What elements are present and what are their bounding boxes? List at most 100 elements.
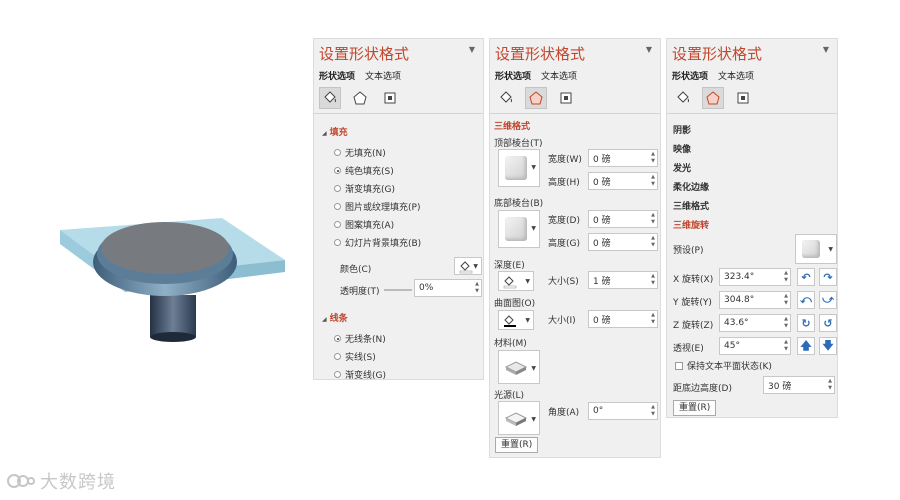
- reset-button[interactable]: 重置(R): [673, 400, 717, 416]
- rotate-counterclockwise-icon[interactable]: ↺: [819, 314, 837, 332]
- chevron-down-icon: ▼: [531, 365, 536, 372]
- x-rotation-input[interactable]: 323.4° ▲ ▼: [719, 268, 791, 286]
- spinner-arrows-icon[interactable]: ▲ ▼: [651, 174, 655, 188]
- panel-menu-icon[interactable]: ▼: [469, 45, 475, 54]
- transparency-value: 0%: [419, 283, 434, 293]
- radio-gradient-line[interactable]: 渐变线(G): [334, 368, 386, 381]
- radio-label: 渐变填充(G): [345, 185, 395, 195]
- chevron-down-icon: ▼: [473, 263, 478, 270]
- depth-color-picker[interactable]: ▼: [498, 271, 534, 291]
- spinner-arrows-icon[interactable]: ▲ ▼: [651, 151, 655, 165]
- radio-label: 渐变线(G): [345, 371, 386, 381]
- fill-line-icon[interactable]: [495, 87, 517, 109]
- spinner-arrows-icon[interactable]: ▲ ▼: [651, 404, 655, 418]
- line-section-header[interactable]: ◢ 线条: [322, 311, 348, 324]
- transparency-slider[interactable]: [384, 289, 412, 291]
- radio-picture-fill[interactable]: 图片或纹理填充(P): [334, 200, 420, 213]
- radio-background-fill[interactable]: 幻灯片背景填充(B): [334, 236, 421, 249]
- rotation-preset-picker[interactable]: ▼: [795, 234, 837, 264]
- top-bevel-picker[interactable]: ▼: [498, 149, 540, 187]
- tab-shape-options[interactable]: 形状选项: [672, 69, 708, 82]
- lighting-angle-input[interactable]: 0° ▲ ▼: [588, 402, 658, 420]
- perspective-input[interactable]: 45° ▲ ▼: [719, 337, 791, 355]
- spinner-arrows-icon[interactable]: ▲ ▼: [475, 281, 479, 295]
- z-rotation-input[interactable]: 43.6° ▲ ▼: [719, 314, 791, 332]
- tab-text-options[interactable]: 文本选项: [365, 69, 401, 82]
- increase-perspective-icon[interactable]: 🡅: [797, 337, 815, 355]
- keep-text-flat-checkbox[interactable]: 保持文本平面状态(K): [675, 359, 772, 372]
- radio-no-fill[interactable]: 无填充(N): [334, 146, 386, 159]
- panel-menu-icon[interactable]: ▼: [823, 45, 829, 54]
- tab-text-options[interactable]: 文本选项: [718, 69, 754, 82]
- rotate-right-icon[interactable]: ↷: [819, 268, 837, 286]
- spinner-arrows-icon[interactable]: ▲ ▼: [784, 270, 788, 284]
- fill-line-icon[interactable]: [672, 87, 694, 109]
- fill-line-icon[interactable]: [319, 87, 341, 109]
- rotate-left-icon[interactable]: ↶: [797, 268, 815, 286]
- fill-section-header[interactable]: ◢ 填充: [322, 125, 348, 138]
- contour-color-picker[interactable]: ▼: [498, 310, 534, 330]
- spinner-arrows-icon[interactable]: ▲ ▼: [784, 293, 788, 307]
- section-glow[interactable]: 发光: [673, 161, 691, 174]
- radio-label: 图案填充(A): [345, 221, 395, 231]
- section-3d-format[interactable]: 三维格式: [494, 119, 530, 132]
- chevron-down-icon: ▼: [525, 317, 530, 324]
- tab-shape-options[interactable]: 形状选项: [495, 69, 531, 82]
- transparency-label: 透明度(T): [340, 287, 380, 297]
- chevron-down-icon: ▼: [531, 164, 536, 171]
- bottom-width-input[interactable]: 0 磅 ▲ ▼: [588, 210, 658, 228]
- depth-size-input[interactable]: 1 磅 ▲ ▼: [588, 271, 658, 289]
- line-header-label: 线条: [329, 314, 348, 324]
- size-properties-icon[interactable]: [555, 87, 577, 109]
- spinner-arrows-icon[interactable]: ▲ ▼: [784, 339, 788, 353]
- panel-menu-icon[interactable]: ▼: [646, 45, 652, 54]
- tab-text-options[interactable]: 文本选项: [541, 69, 577, 82]
- spinner-arrows-icon[interactable]: ▲ ▼: [651, 312, 655, 326]
- distance-from-ground-label: 距底边高度(D): [673, 384, 732, 394]
- contour-size-input[interactable]: 0 磅 ▲ ▼: [588, 310, 658, 328]
- spinner-arrows-icon[interactable]: ▲ ▼: [784, 316, 788, 330]
- bottom-bevel-picker[interactable]: ▼: [498, 210, 540, 248]
- checkbox-box[interactable]: [675, 361, 683, 370]
- radio-gradient-fill[interactable]: 渐变填充(G): [334, 182, 395, 195]
- spinner-arrows-icon[interactable]: ▲ ▼: [651, 212, 655, 226]
- radio-label: 纯色填充(S): [345, 167, 394, 177]
- decrease-perspective-icon[interactable]: 🡇: [819, 337, 837, 355]
- material-picker[interactable]: ▼: [498, 350, 540, 384]
- reset-button[interactable]: 重置(R): [495, 437, 539, 453]
- radio-label: 无填充(N): [345, 149, 386, 159]
- size-properties-icon[interactable]: [379, 87, 401, 109]
- spinner-arrows-icon[interactable]: ▲ ▼: [651, 273, 655, 287]
- radio-solid-fill[interactable]: 纯色填充(S): [334, 164, 394, 177]
- top-width-input[interactable]: 0 磅 ▲ ▼: [588, 149, 658, 167]
- spinner-arrows-icon[interactable]: ▲ ▼: [651, 235, 655, 249]
- transparency-input[interactable]: 0% ▲ ▼: [414, 279, 482, 297]
- top-height-label: 高度(H): [548, 178, 580, 188]
- rotate-clockwise-icon[interactable]: ↻: [797, 314, 815, 332]
- top-height-input[interactable]: 0 磅 ▲ ▼: [588, 172, 658, 190]
- spinner-arrows-icon[interactable]: ▲ ▼: [828, 378, 832, 392]
- rotate-down-icon[interactable]: ⤻: [819, 291, 837, 309]
- radio-pattern-fill[interactable]: 图案填充(A): [334, 218, 394, 231]
- rotate-up-icon[interactable]: ⤺: [797, 291, 815, 309]
- effects-icon[interactable]: [349, 87, 371, 109]
- bottom-width-label: 宽度(D): [548, 216, 580, 226]
- radio-no-line[interactable]: 无线条(N): [334, 332, 386, 345]
- section-shadow[interactable]: 阴影: [673, 123, 691, 136]
- radio-solid-line[interactable]: 实线(S): [334, 350, 376, 363]
- section-soft-edges[interactable]: 柔化边缘: [673, 180, 709, 193]
- lighting-picker[interactable]: ▼: [498, 401, 540, 435]
- distance-from-ground-input[interactable]: 30 磅 ▲ ▼: [763, 376, 835, 394]
- section-3d-format[interactable]: 三维格式: [673, 199, 709, 212]
- effects-icon[interactable]: [702, 87, 724, 109]
- section-reflection[interactable]: 映像: [673, 142, 691, 155]
- depth-label: 深度(E): [494, 261, 525, 271]
- fill-color-picker[interactable]: ▼: [454, 257, 482, 275]
- y-rotation-input[interactable]: 304.8° ▲ ▼: [719, 291, 791, 309]
- tab-shape-options[interactable]: 形状选项: [319, 69, 355, 82]
- effects-icon[interactable]: [525, 87, 547, 109]
- watermark-text: 大数跨境: [40, 472, 116, 493]
- section-3d-rotation[interactable]: 三维旋转: [673, 218, 709, 231]
- size-properties-icon[interactable]: [732, 87, 754, 109]
- bottom-height-input[interactable]: 0 磅 ▲ ▼: [588, 233, 658, 251]
